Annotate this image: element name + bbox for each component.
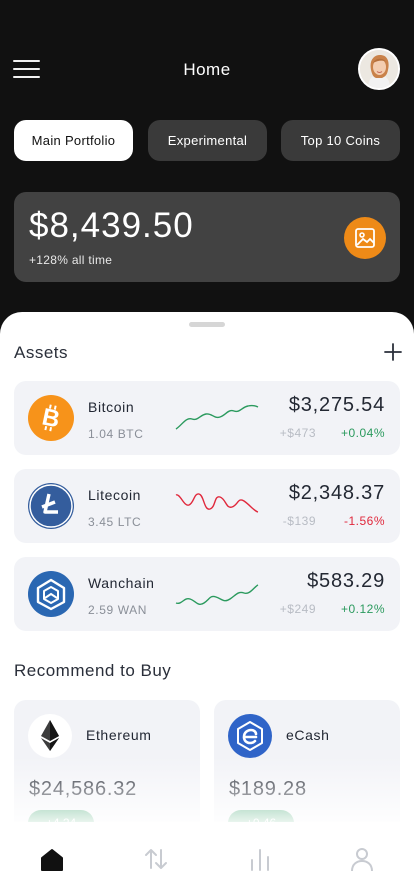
recommend-coin-name: eCash (286, 727, 330, 743)
asset-holding: 2.59 WAN (88, 603, 148, 617)
tab-top-10-coins[interactable]: Top 10 Coins (281, 120, 400, 161)
asset-percent-change: +0.12% (340, 602, 385, 616)
asset-row-wanchain[interactable]: Wanchain 2.59 WAN $583.29 +$249 +0.12% (14, 557, 400, 631)
recommend-card-ecash[interactable]: eCash $189.28 +0.46 (214, 700, 400, 840)
sheet-drag-handle[interactable] (189, 322, 225, 327)
asset-percent-change: +0.04% (340, 426, 385, 440)
asset-value: $3,275.54 (288, 394, 385, 416)
asset-row-litecoin[interactable]: Litecoin 3.45 LTC $2,348.37 -$139 -1.56% (14, 469, 400, 543)
swap-arrows-icon (145, 849, 167, 869)
tab-main-portfolio[interactable]: Main Portfolio (14, 120, 133, 161)
assets-section-title: Assets (14, 343, 69, 362)
asset-holding: 3.45 LTC (88, 515, 142, 529)
sparkline-up (175, 584, 259, 606)
bottom-navigation (0, 822, 414, 896)
recommend-coin-name: Ethereum (86, 727, 152, 743)
recommend-coin-price: $189.28 (229, 778, 307, 800)
litecoin-icon (28, 483, 74, 529)
wanchain-icon (28, 571, 74, 617)
sparkline-down (175, 493, 259, 513)
recommend-section-title: Recommend to Buy (14, 661, 172, 680)
asset-value: $583.29 (307, 570, 385, 592)
ecash-icon (228, 714, 272, 758)
add-asset-button[interactable] (382, 341, 404, 363)
image-icon (355, 228, 375, 248)
profile-icon (351, 848, 373, 872)
nav-profile[interactable] (347, 844, 377, 874)
nav-home[interactable] (37, 844, 67, 874)
recommend-coin-price: $24,586.32 (29, 778, 138, 800)
plus-icon (384, 343, 402, 361)
sparkline-up (175, 404, 259, 430)
app-header: Home (0, 0, 414, 120)
page-title: Home (183, 60, 231, 79)
image-button[interactable] (344, 217, 386, 259)
asset-delta: +$473 (279, 426, 316, 440)
tab-experimental[interactable]: Experimental (148, 120, 267, 161)
balance-change: +128% all time (29, 253, 113, 267)
asset-name: Wanchain (88, 575, 155, 591)
asset-name: Litecoin (88, 487, 142, 503)
ethereum-icon (28, 714, 72, 758)
portfolio-balance-card: $8,439.50 +128% all time (14, 192, 400, 282)
asset-percent-change: -1.56% (343, 514, 385, 528)
content-sheet: Assets B Bitcoin 1.04 BTC $3,275.54 +$47… (0, 312, 414, 896)
nav-exchange[interactable] (141, 844, 171, 874)
balance-amount: $8,439.50 (29, 206, 194, 245)
asset-row-bitcoin[interactable]: B Bitcoin 1.04 BTC $3,275.54 +$473 +0.04… (14, 381, 400, 455)
nav-market[interactable] (245, 844, 275, 874)
recommend-card-ethereum[interactable]: Ethereum $24,586.32 +4.24 (14, 700, 200, 840)
user-avatar[interactable] (358, 48, 400, 90)
asset-delta: +$249 (279, 602, 316, 616)
bar-chart-icon (251, 849, 269, 871)
asset-holding: 1.04 BTC (88, 427, 144, 441)
asset-value: $2,348.37 (288, 482, 385, 504)
home-icon (41, 849, 63, 871)
asset-delta: -$139 (282, 514, 316, 528)
asset-name: Bitcoin (88, 399, 135, 415)
bitcoin-icon: B (28, 395, 74, 441)
